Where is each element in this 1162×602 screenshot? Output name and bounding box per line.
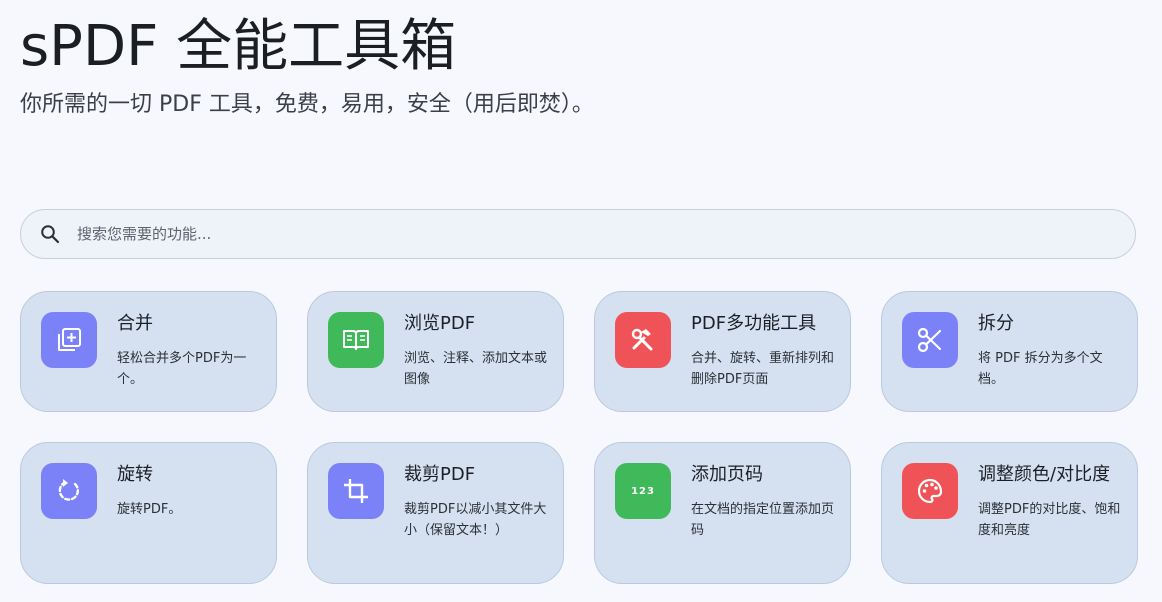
palette-icon — [902, 463, 958, 519]
search-input[interactable] — [77, 225, 977, 243]
tools-icon — [615, 312, 671, 368]
rotate-icon — [41, 463, 97, 519]
tool-card-crop[interactable]: 裁剪PDF 裁剪PDF以减小其文件大小（保留文本！） — [307, 442, 564, 584]
tool-description: 调整PDF的对比度、饱和度和亮度 — [978, 502, 1121, 538]
search-icon — [40, 224, 60, 244]
crop-icon — [328, 463, 384, 519]
tool-card-page-numbers[interactable]: 123 添加页码 在文档的指定位置添加页码 — [594, 442, 851, 584]
tool-description: 旋转PDF。 — [117, 502, 182, 517]
tool-description: 在文档的指定位置添加页码 — [691, 502, 835, 538]
tools-grid: 合并 轻松合并多个PDF为一个。 浏览PDF 浏览、注释、添加文本或图像 PDF… — [20, 291, 1138, 584]
tool-description: 裁剪PDF以减小其文件大小（保留文本！） — [404, 502, 547, 538]
tool-card-view-pdf[interactable]: 浏览PDF 浏览、注释、添加文本或图像 — [307, 291, 564, 412]
tool-name: 浏览PDF — [404, 313, 476, 334]
tool-description: 轻松合并多个PDF为一个。 — [117, 351, 247, 387]
tool-description: 浏览、注释、添加文本或图像 — [404, 351, 548, 387]
tool-name: 添加页码 — [691, 464, 763, 485]
tool-name: 拆分 — [978, 313, 1014, 334]
tool-card-adjust-colors[interactable]: 调整颜色/对比度 调整PDF的对比度、饱和度和亮度 — [881, 442, 1138, 584]
tool-card-merge[interactable]: 合并 轻松合并多个PDF为一个。 — [20, 291, 277, 412]
page-numbers-icon-text: 123 — [631, 485, 655, 497]
tool-name: PDF多功能工具 — [691, 313, 817, 334]
page-numbers-icon: 123 — [615, 463, 671, 519]
book-icon — [328, 312, 384, 368]
tool-name: 旋转 — [117, 464, 153, 485]
tool-card-multi-tool[interactable]: PDF多功能工具 合并、旋转、重新排列和删除PDF页面 — [594, 291, 851, 412]
page-title: sPDF 全能工具箱 — [20, 14, 457, 79]
tool-name: 调整颜色/对比度 — [978, 464, 1111, 485]
tool-description: 将 PDF 拆分为多个文档。 — [978, 351, 1103, 387]
tool-card-split[interactable]: 拆分 将 PDF 拆分为多个文档。 — [881, 291, 1138, 412]
scissors-icon — [902, 312, 958, 368]
search-bar[interactable] — [20, 209, 1136, 259]
tool-name: 裁剪PDF — [404, 464, 476, 485]
tool-name: 合并 — [117, 313, 153, 334]
tool-card-rotate[interactable]: 旋转 旋转PDF。 — [20, 442, 277, 584]
tool-description: 合并、旋转、重新排列和删除PDF页面 — [691, 351, 835, 387]
merge-icon — [41, 312, 97, 368]
page-subtitle: 你所需的一切 PDF 工具，免费，易用，安全（用后即焚）。 — [20, 92, 594, 117]
